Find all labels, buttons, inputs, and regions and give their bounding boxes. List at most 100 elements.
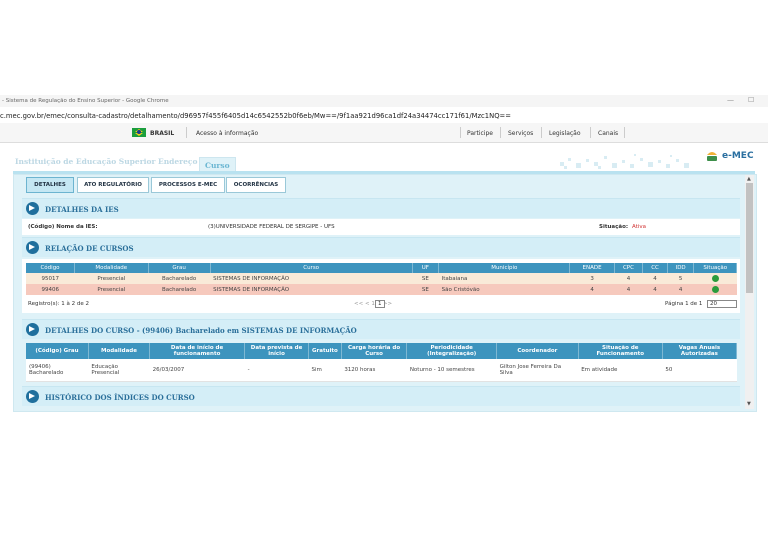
divider bbox=[186, 127, 187, 138]
cell-idd: 4 bbox=[667, 284, 694, 295]
window-title: - Sistema de Regulação do Ensino Superio… bbox=[2, 98, 169, 104]
col-municipio[interactable]: Município bbox=[438, 263, 571, 273]
cell-situacao-funcionamento: Em atividade bbox=[578, 359, 663, 382]
table-row[interactable]: 95017 Presencial Bacharelado SISTEMAS DE… bbox=[26, 273, 737, 284]
table-row[interactable]: 99406 Presencial Bacharelado SISTEMAS DE… bbox=[26, 284, 737, 295]
col-idd[interactable]: IDD bbox=[667, 263, 695, 273]
cell-curso[interactable]: SISTEMAS DE INFORMAÇÃO bbox=[210, 284, 413, 295]
cell-municipio: São Cristóvão bbox=[438, 284, 570, 295]
situacao-value: Ativa bbox=[632, 224, 646, 230]
active-status-icon bbox=[711, 275, 719, 282]
expand-arrow-icon[interactable] bbox=[26, 323, 39, 336]
cell-codigo-grau: (99406) Bacharelado bbox=[26, 359, 89, 382]
subtab-ocorrencias[interactable]: OCORRÊNCIAS bbox=[226, 177, 286, 193]
divider bbox=[500, 127, 501, 138]
active-status-icon bbox=[711, 286, 719, 293]
col-uf[interactable]: UF bbox=[412, 263, 440, 273]
cell-gratuito: Sim bbox=[308, 359, 342, 382]
canais-link[interactable]: Canais bbox=[598, 130, 618, 137]
cell-enade: 4 bbox=[569, 284, 615, 295]
brazil-flag-globe bbox=[137, 130, 141, 134]
decorative-pixel-pattern bbox=[560, 154, 689, 169]
cell-cpc: 4 bbox=[614, 273, 643, 284]
expand-arrow-icon[interactable] bbox=[26, 241, 39, 254]
section-title: DETALHES DA IES bbox=[45, 205, 119, 214]
col-modalidade[interactable]: Modalidade bbox=[74, 263, 149, 273]
emec-logo-icon bbox=[707, 152, 717, 161]
scrollbar-thumb[interactable] bbox=[746, 183, 753, 293]
divider bbox=[590, 127, 591, 138]
scroll-down-icon[interactable]: ▼ bbox=[747, 401, 751, 407]
table-header-row: Código Modalidade Grau Curso UF Municípi… bbox=[26, 263, 737, 273]
cell-situacao bbox=[693, 284, 737, 295]
page-select[interactable]: 1 bbox=[375, 300, 385, 308]
maximize-icon[interactable]: ☐ bbox=[748, 96, 754, 104]
col-vagas: Vagas Anuais Autorizadas bbox=[662, 343, 738, 359]
page-info: Página 1 de 1 bbox=[665, 301, 703, 307]
participe-link[interactable]: Participe bbox=[467, 130, 493, 137]
col-coordenador: Coordenador bbox=[496, 343, 579, 359]
col-modalidade: Modalidade bbox=[88, 343, 151, 359]
section-historico-indices[interactable]: HISTÓRICO DOS ÍNDICES DO CURSO bbox=[22, 386, 740, 406]
tab-endereco[interactable]: Endereço bbox=[158, 157, 197, 172]
minimize-icon[interactable]: — bbox=[727, 96, 734, 104]
window-titlebar: - Sistema de Regulação do Ensino Superio… bbox=[0, 95, 768, 107]
divider bbox=[460, 127, 461, 138]
col-codigo-grau: (Código) Grau bbox=[26, 343, 89, 359]
cell-cpc: 4 bbox=[614, 284, 643, 295]
col-enade[interactable]: ENADE bbox=[569, 263, 615, 273]
cell-idd: 5 bbox=[667, 273, 694, 284]
section-detalhes-ies[interactable]: DETALHES DA IES bbox=[22, 198, 740, 218]
url-text: c.mec.gov.br/emec/consulta-cadastro/deta… bbox=[0, 112, 511, 120]
emec-logo-text: e-MEC bbox=[722, 151, 754, 161]
col-cc[interactable]: CC bbox=[642, 263, 668, 273]
subtab-detalhes[interactable]: DETALHES bbox=[26, 177, 74, 193]
cell-codigo[interactable]: 99406 bbox=[26, 284, 75, 295]
brasil-link[interactable]: BRASIL bbox=[150, 130, 174, 137]
pagination-controls[interactable]: << < 1 > >> bbox=[354, 301, 392, 307]
cell-curso[interactable]: SISTEMAS DE INFORMAÇÃO bbox=[210, 273, 413, 284]
col-curso[interactable]: Curso bbox=[210, 263, 413, 273]
cell-cc: 4 bbox=[642, 273, 668, 284]
per-page-select[interactable]: 20 bbox=[707, 300, 737, 308]
col-grau[interactable]: Grau bbox=[148, 263, 211, 273]
acesso-informacao-link[interactable]: Acesso à informação bbox=[196, 130, 258, 137]
ies-info-row: (Código) Nome da IES: (3)UNIVERSIDADE FE… bbox=[22, 219, 740, 235]
servicos-link[interactable]: Serviços bbox=[508, 130, 533, 137]
table-header-row: (Código) Grau Modalidade Data de início … bbox=[26, 343, 738, 359]
tab-curso[interactable]: Curso bbox=[199, 157, 236, 172]
section-relacao-cursos[interactable]: RELAÇÃO DE CURSOS bbox=[22, 237, 740, 257]
cell-coordenador: Gilton Jose Ferreira Da Silva bbox=[496, 359, 579, 382]
col-gratuito: Gratuito bbox=[308, 343, 342, 359]
col-situacao-funcionamento: Situação de Funcionamento bbox=[578, 343, 663, 359]
section-title: HISTÓRICO DOS ÍNDICES DO CURSO bbox=[45, 393, 195, 402]
address-bar[interactable]: c.mec.gov.br/emec/consulta-cadastro/deta… bbox=[0, 107, 768, 124]
subtab-processos-emec[interactable]: PROCESSOS E-MEC bbox=[151, 177, 225, 193]
col-data-prevista: Data prevista de início bbox=[244, 343, 310, 359]
situacao-label: Situação: bbox=[599, 224, 629, 230]
cell-municipio: Itabaiana bbox=[438, 273, 570, 284]
col-situacao[interactable]: Situação bbox=[693, 263, 737, 273]
col-codigo[interactable]: Código bbox=[26, 263, 76, 273]
cell-modalidade: Educação Presencial bbox=[88, 359, 150, 382]
cell-data-inicio: 26/03/2007 bbox=[149, 359, 245, 382]
section-title: RELAÇÃO DE CURSOS bbox=[45, 244, 134, 253]
scroll-up-icon[interactable]: ▲ bbox=[747, 176, 751, 182]
cell-carga-horaria: 3120 horas bbox=[341, 359, 407, 382]
table-row: (99406) Bacharelado Educação Presencial … bbox=[26, 359, 737, 382]
cell-modalidade: Presencial bbox=[74, 273, 149, 284]
cell-codigo[interactable]: 95017 bbox=[26, 273, 75, 284]
section-title: DETALHES DO CURSO - (99406) Bacharelado … bbox=[45, 326, 357, 335]
subtab-ato-regulatorio[interactable]: ATO REGULATÓRIO bbox=[77, 177, 149, 193]
col-cpc[interactable]: CPC bbox=[614, 263, 644, 273]
legislacao-link[interactable]: Legislação bbox=[549, 130, 581, 137]
cell-modalidade: Presencial bbox=[74, 284, 149, 295]
section-detalhes-curso[interactable]: DETALHES DO CURSO - (99406) Bacharelado … bbox=[22, 319, 740, 339]
expand-arrow-icon[interactable] bbox=[26, 202, 39, 215]
tab-instituicao[interactable]: Instituição de Educação Superior bbox=[15, 157, 155, 172]
cell-grau: Bacharelado bbox=[148, 273, 211, 284]
scrollbar[interactable]: ▲ ▼ bbox=[745, 175, 754, 409]
cell-vagas: 50 bbox=[662, 359, 737, 382]
cell-data-prevista: - bbox=[244, 359, 309, 382]
expand-arrow-icon[interactable] bbox=[26, 390, 39, 403]
